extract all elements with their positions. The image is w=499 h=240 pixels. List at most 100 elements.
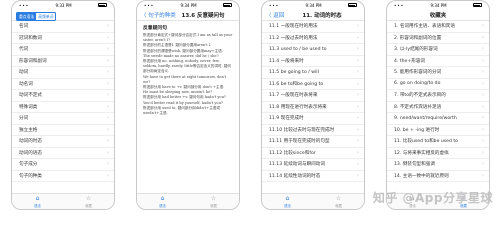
chevron-right-icon: › (357, 69, 359, 76)
tab-label: 收藏 (335, 203, 342, 208)
list-item[interactable]: 7. 带to的不定式表示目的 › (387, 90, 489, 102)
list-item[interactable]: 独立主格 › (12, 125, 114, 136)
list-item-label: 14. 主语一致中的就近原则 (394, 173, 449, 179)
list-item-label: 11.8 用现在进行时表示将来 (269, 104, 327, 110)
back-button[interactable]: 〈 句子的种类 (141, 11, 176, 19)
list-item[interactable]: 2. 形容词和副词的位置 › (387, 33, 489, 44)
list-item-label: 11.7 一般现在时表将来 (269, 93, 318, 99)
chevron-right-icon: › (107, 115, 109, 122)
segment-grammar[interactable]: 重点语法 (17, 13, 37, 20)
tab-label: 语法 (284, 203, 291, 208)
list-item[interactable]: 13. 倒装句型和强调 › (387, 159, 489, 171)
list-item[interactable]: 11.8 用现在进行时表示将来 › (262, 102, 364, 113)
list-item[interactable]: 形容词和副词 › (12, 56, 114, 67)
list-item[interactable]: 11.7 一般现在时表将来 › (262, 90, 364, 102)
chevron-right-icon: › (357, 149, 359, 156)
list-item[interactable]: 冠词和数词 › (12, 33, 114, 44)
chevron-right-icon: › (482, 69, 484, 76)
chevron-right-icon: › (482, 57, 484, 64)
tab-grammar[interactable]: ⌂ 语法 (12, 194, 63, 209)
list-item[interactable]: 句子成分 › (12, 159, 114, 171)
battery-icon (472, 3, 482, 7)
list-item[interactable]: 3. 以-ly结尾的形容词 › (387, 44, 489, 56)
list-item[interactable]: 11.1 一般现在时的用法 › (262, 21, 364, 33)
tab-favorites[interactable]: ☆ 收藏 (63, 194, 114, 209)
list-item[interactable]: 11.11 用于现在完成时的句型 › (262, 136, 364, 148)
page-title: 收藏夹 (429, 12, 447, 19)
list-item[interactable]: 12. 与将来事实相反的虚拟 › (387, 148, 489, 159)
page-title: 11. 动词的时态 (302, 12, 342, 19)
list-item[interactable]: 11. 比较used to和be used to › (387, 136, 489, 148)
chevron-right-icon: › (357, 115, 359, 122)
chevron-right-icon: › (107, 34, 109, 41)
list-item-label: 动名词 (19, 81, 33, 87)
tab-favorites[interactable]: ☆ 收藏 (438, 194, 489, 209)
chevron-right-icon: › (482, 161, 484, 168)
list-item-label: 11.10 比较过去时与现在完成时 (269, 127, 335, 133)
home-icon: ⌂ (410, 194, 415, 202)
list-item[interactable]: 1. 名词用作主语、表语和宾语 › (387, 21, 489, 33)
chevron-right-icon: › (107, 80, 109, 87)
list-item[interactable]: 11.13 延续动词与瞬间动词 › (262, 159, 364, 171)
list-item[interactable]: 11.6 be to和be going to › (262, 79, 364, 90)
list-item[interactable]: 8. 不定式作宾语补足语 › (387, 102, 489, 113)
tab-grammar[interactable]: ⌂ 语法 (137, 194, 188, 209)
list-item-label: 9. need/want/require/worth (394, 115, 457, 121)
chevron-right-icon: › (482, 23, 484, 30)
chevron-right-icon: › (357, 103, 359, 110)
chevron-right-icon: › (357, 172, 359, 179)
list-item[interactable]: 句子的种类 › (12, 171, 114, 182)
tab-grammar[interactable]: ⌂ 语法 (262, 194, 313, 209)
chevron-right-icon: › (107, 161, 109, 168)
list-item[interactable]: 动词不定式 › (12, 90, 114, 102)
list-item-label: 11.11 用于现在完成时的句型 (269, 139, 330, 145)
tab-bar: ⌂ 语法 ☆ 收藏 (262, 193, 364, 209)
list-item[interactable]: 特殊词类 › (12, 102, 114, 113)
list-item[interactable]: 14. 主语一致中的就近原则 › (387, 171, 489, 182)
signal-icon: ••• (394, 2, 405, 8)
list-item[interactable]: 9. need/want/require/worth › (387, 113, 489, 125)
star-icon: ☆ (210, 194, 217, 202)
star-icon: ☆ (460, 194, 467, 202)
chevron-right-icon: › (357, 80, 359, 87)
tab-grammar[interactable]: ⌂ 语法 (387, 194, 438, 209)
list-item[interactable]: 11.10 比较过去时与现在完成时 › (262, 125, 364, 136)
home-icon: ⌂ (160, 194, 165, 202)
list-item[interactable]: 11.14 延续性动词的时态 › (262, 171, 364, 182)
list-item[interactable]: 5. 能用作形容词的分词 › (387, 67, 489, 79)
status-bar: ••• 9:34 PM (137, 1, 239, 9)
tab-favorites[interactable]: ☆ 收藏 (188, 194, 239, 209)
back-button[interactable]: 〈 返回 (266, 11, 284, 19)
tab-favorites[interactable]: ☆ 收藏 (313, 194, 364, 209)
segment-words[interactable]: 高频单词 (36, 13, 55, 20)
list-item[interactable]: 11.3 used to / be used to › (262, 44, 364, 56)
chevron-right-icon: › (482, 103, 484, 110)
list-item-label: 5. 能用作形容词的分词 (394, 70, 442, 76)
list-item[interactable]: 动词的语态 › (12, 148, 114, 159)
list-item[interactable]: 10. be + -ing 进行时 › (387, 125, 489, 136)
list-item[interactable]: 动名词 › (12, 79, 114, 90)
home-icon: ⌂ (35, 194, 40, 202)
list-item[interactable]: 4. the+形容词 › (387, 56, 489, 67)
list-item[interactable]: 动词 › (12, 67, 114, 79)
list-item[interactable]: 11.5 be going to / will › (262, 67, 364, 79)
battery-icon (222, 3, 232, 7)
paragraph: 陈述部分用 no, nothing, nobody, never, few, s… (143, 59, 232, 74)
tab-label: 收藏 (210, 203, 217, 208)
chevron-right-icon: › (107, 46, 109, 53)
list-item[interactable]: 11.2 一般过去时的用法 › (262, 33, 364, 44)
list-item[interactable]: 11.12 比较since和for › (262, 148, 364, 159)
list-item[interactable]: 代词 › (12, 44, 114, 56)
list-item-label: 11.2 一般过去时的用法 (269, 35, 318, 41)
list-item[interactable]: 11.4 一般将来时 › (262, 56, 364, 67)
paragraph: 陈述部分用 had better +v. 疑问句用 hadn't you? (143, 95, 226, 100)
chevron-right-icon: › (107, 69, 109, 76)
list-item[interactable]: 6. go on doing/to do › (387, 79, 489, 90)
phone-article: ••• 9:34 PM 〈 句子的种类 13.6 反意疑问句 反意疑问句 陈述部… (136, 0, 240, 210)
list-item[interactable]: 动词的时态 › (12, 136, 114, 148)
list-item[interactable]: 分词 › (12, 113, 114, 125)
chevron-right-icon: › (357, 138, 359, 145)
list-item[interactable]: 名词 › (12, 21, 114, 33)
list-item[interactable]: 11.9 现在完成时 › (262, 113, 364, 125)
phone-favorites: ••• 9:34 PM 收藏夹 1. 名词用作主语、表语和宾语 › 2. 形容词和… (386, 0, 490, 210)
